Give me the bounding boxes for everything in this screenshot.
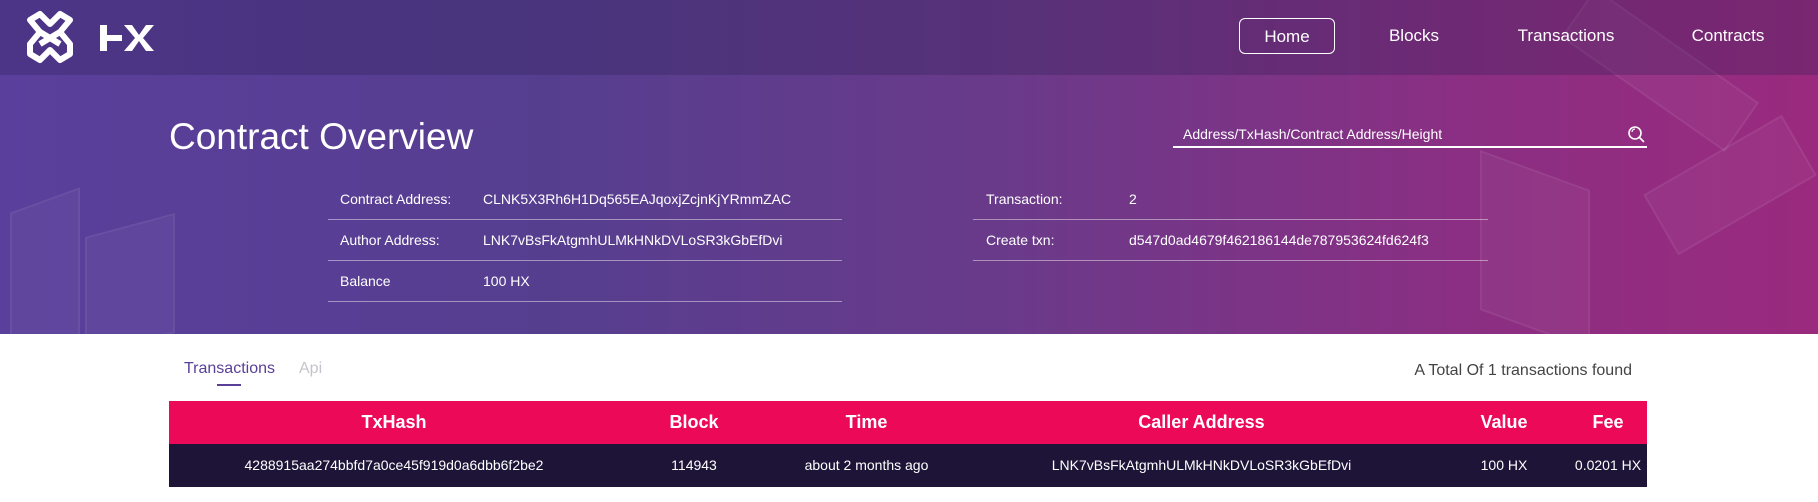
top-navbar: Home Blocks Transactions Contracts bbox=[0, 0, 1818, 75]
info-row-contract-address: Contract Address: CLNK5X3Rh6H1Dq565EAJqo… bbox=[328, 179, 842, 220]
hx-logo-icon[interactable] bbox=[26, 10, 176, 65]
search-bar bbox=[1173, 122, 1647, 148]
info-label: Balance bbox=[340, 273, 391, 289]
decorative-shape bbox=[85, 212, 175, 334]
fee-cell: 0.0201 HX bbox=[1574, 457, 1642, 473]
column-header-value: Value bbox=[1480, 412, 1528, 432]
nav-contracts-link[interactable]: Contracts bbox=[1681, 18, 1775, 54]
contract-info-left: Contract Address: CLNK5X3Rh6H1Dq565EAJqo… bbox=[328, 179, 842, 303]
page-title: Contract Overview bbox=[169, 116, 474, 157]
nav-blocks-link[interactable]: Blocks bbox=[1374, 18, 1454, 54]
column-header-caller-address: Caller Address bbox=[1138, 412, 1265, 432]
nav-home-button[interactable]: Home bbox=[1239, 18, 1335, 54]
balance-value: 100 HX bbox=[483, 273, 530, 289]
column-header-block: Block bbox=[669, 412, 719, 432]
caller-address-cell[interactable]: LNK7vBsFkAtgmhULMkHNkDVLoSR3kGbEfDvi bbox=[964, 444, 1439, 487]
search-icon[interactable] bbox=[1627, 125, 1645, 143]
column-header-fee: Fee bbox=[1592, 412, 1624, 432]
total-count-text: A Total Of 1 transactions found bbox=[1414, 362, 1632, 379]
contract-address-value: CLNK5X3Rh6H1Dq565EAJqoxjZcjnKjYRmmZAC bbox=[483, 191, 792, 207]
info-row-balance: Balance 100 HX bbox=[328, 261, 842, 302]
value-cell: 100 HX bbox=[1480, 457, 1528, 473]
decorative-shape bbox=[1480, 149, 1590, 334]
info-label: Transaction: bbox=[986, 191, 1063, 207]
tab-transactions[interactable]: Transactions bbox=[184, 360, 275, 378]
column-header-time: Time bbox=[845, 412, 888, 432]
info-label: Author Address: bbox=[340, 232, 440, 248]
search-input[interactable] bbox=[1183, 124, 1603, 144]
info-label: Create txn: bbox=[986, 232, 1055, 248]
block-cell[interactable]: 114943 bbox=[619, 444, 769, 487]
info-row-transaction-count: Transaction: 2 bbox=[973, 179, 1488, 220]
contract-info-right: Transaction: 2 Create txn: d547d0ad4679f… bbox=[973, 179, 1488, 262]
info-row-author-address: Author Address: LNK7vBsFkAtgmhULMkHNkDVL… bbox=[328, 220, 842, 261]
create-txn-value[interactable]: d547d0ad4679f462186144de787953624fd624f3 bbox=[1129, 220, 1429, 261]
table-header: TxHash Block Time Caller Address Value F… bbox=[169, 401, 1647, 444]
transaction-count-value: 2 bbox=[1129, 191, 1137, 207]
hero-banner: Home Blocks Transactions Contracts Contr… bbox=[0, 0, 1818, 334]
txhash-cell[interactable]: 4288915aa274bbfd7a0ce45f919d0a6dbb6f2be2 bbox=[169, 444, 619, 487]
time-cell: about 2 months ago bbox=[804, 457, 929, 473]
nav-transactions-link[interactable]: Transactions bbox=[1508, 18, 1624, 54]
info-row-create-txn: Create txn: d547d0ad4679f462186144de7879… bbox=[973, 220, 1488, 261]
tab-api[interactable]: Api bbox=[299, 360, 322, 378]
info-label: Contract Address: bbox=[340, 191, 452, 207]
author-address-value[interactable]: LNK7vBsFkAtgmhULMkHNkDVLoSR3kGbEfDvi bbox=[483, 220, 783, 261]
decorative-shape bbox=[10, 187, 80, 334]
column-header-txhash: TxHash bbox=[361, 412, 427, 432]
active-tab-indicator bbox=[217, 384, 241, 386]
table-row: 4288915aa274bbfd7a0ce45f919d0a6dbb6f2be2… bbox=[169, 444, 1647, 487]
